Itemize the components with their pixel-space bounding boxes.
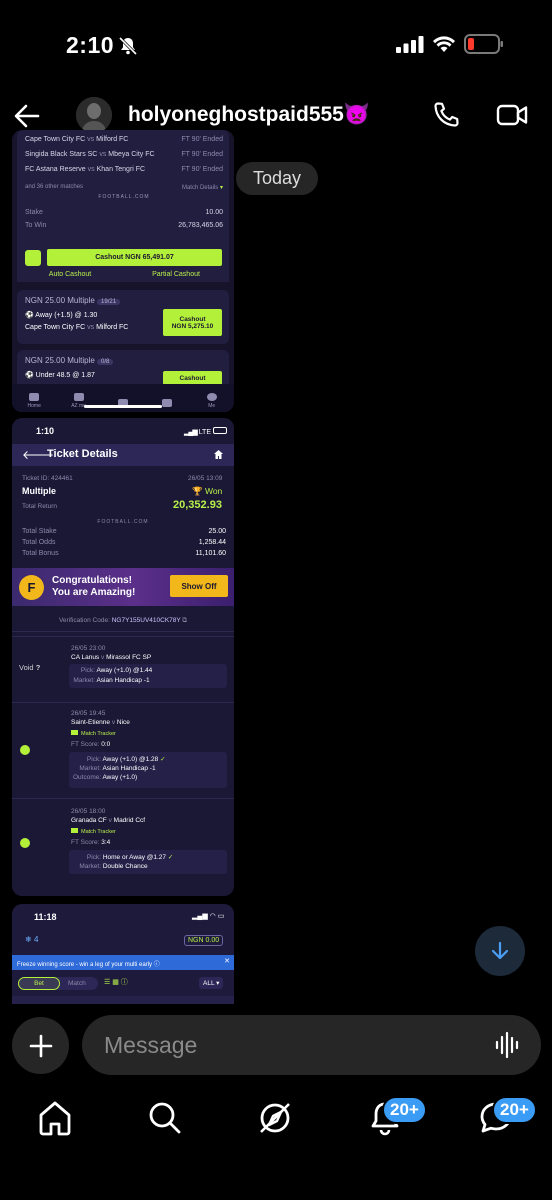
- add-media-button[interactable]: [12, 1017, 69, 1074]
- voice-waveform-icon[interactable]: [495, 1031, 521, 1059]
- stake-row: Stake 10.00: [25, 209, 223, 216]
- shot3-status-time: 11:18: [34, 912, 57, 922]
- list-strip: [12, 996, 234, 1004]
- total-return-value: 20,352.93: [173, 499, 222, 511]
- cell-signal-icon: [396, 36, 424, 53]
- arrow-down-icon: [491, 941, 509, 960]
- view-toggle-icons: ☰ ▦ ⓘ: [104, 979, 128, 986]
- cashout-button-3: Cashout: [163, 371, 222, 385]
- ticket-title: Ticket Details: [47, 448, 118, 460]
- shot3-status-icons: ▂▄▆ ◠ ▭: [192, 913, 225, 920]
- ticket-status: 🏆 Won: [192, 486, 223, 496]
- message-input[interactable]: Message: [82, 1015, 541, 1075]
- scroll-to-bottom-button[interactable]: [475, 926, 525, 976]
- shared-screenshot-3[interactable]: 11:18 ▂▄▆ ◠ ▭ ❄ 4 NGN 0.00 Freeze winnin…: [12, 904, 234, 1004]
- username-text: holyoneghostpaid555: [128, 103, 344, 126]
- status-time: 2:10: [66, 32, 115, 58]
- battery-low-icon: [464, 34, 503, 54]
- shot2-status-time: 1:10: [36, 426, 55, 436]
- ticket-date: 26/05 13:09: [188, 475, 223, 482]
- home-icon: [214, 450, 223, 459]
- shared-screenshot-1[interactable]: Cape Town City FC vs Milford FC FT 90' En…: [12, 130, 234, 412]
- brand-logo-icon: F: [19, 575, 44, 600]
- match-row: FC Astana Reserve vs Khan Tengri FC FT 90…: [25, 166, 223, 173]
- show-off-button: Show Off: [170, 575, 228, 597]
- bet-leg: Void ? 26/05 23:00 CA Lanus v Mirassol F…: [12, 636, 234, 702]
- phone-call-icon[interactable]: [432, 101, 460, 129]
- avatar[interactable]: [76, 97, 112, 133]
- verification-row: Verification Code: NG7Y155UV410CK78Y ⧉: [12, 617, 234, 632]
- home-indicator: [84, 405, 162, 408]
- devil-emoji: 👿: [343, 103, 371, 126]
- message-placeholder: Message: [104, 1032, 198, 1058]
- match-tracker: Match Tracker: [71, 828, 116, 835]
- bet-leg: 26/05 18:00 Granada CF v Madrid Ccf Matc…: [12, 798, 234, 896]
- freeze-count: ❄ 4: [25, 935, 39, 944]
- notifications-badge: 20+: [382, 1096, 427, 1124]
- cashout-button-2: Cashout NGN 5,275.10: [163, 309, 222, 336]
- video-call-icon[interactable]: [496, 101, 528, 129]
- messages-badge: 20+: [492, 1096, 537, 1124]
- wifi-icon: [433, 36, 455, 52]
- total-return-label: Total Return: [22, 503, 58, 510]
- ticket-stats: Total Stake 25.00 Total Odds 1,258.44 Tota…: [22, 528, 226, 557]
- balance-badge: NGN 0.00: [184, 935, 224, 946]
- ticket-id: Ticket ID: 424461: [22, 475, 73, 482]
- chat-username[interactable]: holyoneghostpaid555👿: [128, 103, 370, 127]
- more-matches-row: and 36 other matches Match Details ▾: [25, 184, 223, 191]
- won-check-icon: [20, 745, 30, 755]
- back-arrow-icon[interactable]: [14, 104, 40, 128]
- bet-match-toggle: Bet Match: [18, 977, 98, 990]
- won-check-icon: [20, 838, 30, 848]
- home-icon[interactable]: [35, 1098, 75, 1138]
- towin-row: To Win 26,783,465.06: [25, 222, 223, 229]
- explore-compass-icon[interactable]: [255, 1098, 295, 1138]
- filter-select: ALL ▾: [199, 977, 224, 989]
- silent-bell-icon: [118, 36, 138, 56]
- bet-leg: 26/05 19:45 Saint-Etienne v Nice Match T…: [12, 702, 234, 798]
- match-row: Cape Town City FC vs Milford FC FT 90' En…: [25, 136, 223, 143]
- match-tracker: Match Tracker: [71, 730, 116, 737]
- match-row: Singida Black Stars SC vs Mbeya City FC F…: [25, 151, 223, 158]
- search-icon[interactable]: [145, 1098, 185, 1138]
- congrats-banner: F Congratulations! You are Amazing! Show…: [12, 568, 234, 606]
- shared-screenshot-2[interactable]: 1:10 ▂▄▆ LTE 🡐 Ticket Details Ticket ID:…: [12, 418, 234, 896]
- ticket-type: Multiple: [22, 486, 56, 496]
- ticket-header: 🡐 Ticket Details: [12, 444, 234, 466]
- freeze-banner: Freeze winning score - win a leg of your…: [12, 955, 234, 970]
- plus-icon: [29, 1034, 52, 1057]
- brand-watermark-2: FOOTBALL.COM: [97, 519, 149, 525]
- cashout-button: Cashout NGN 65,491.07: [47, 249, 222, 266]
- brand-watermark: FOOTBALL.COM: [98, 194, 150, 200]
- date-divider: Today: [236, 162, 318, 195]
- cashout-options: Auto Cashout Partial Cashout: [17, 268, 229, 282]
- shot2-network: ▂▄▆ LTE: [184, 427, 227, 436]
- bell-icon: [25, 250, 41, 266]
